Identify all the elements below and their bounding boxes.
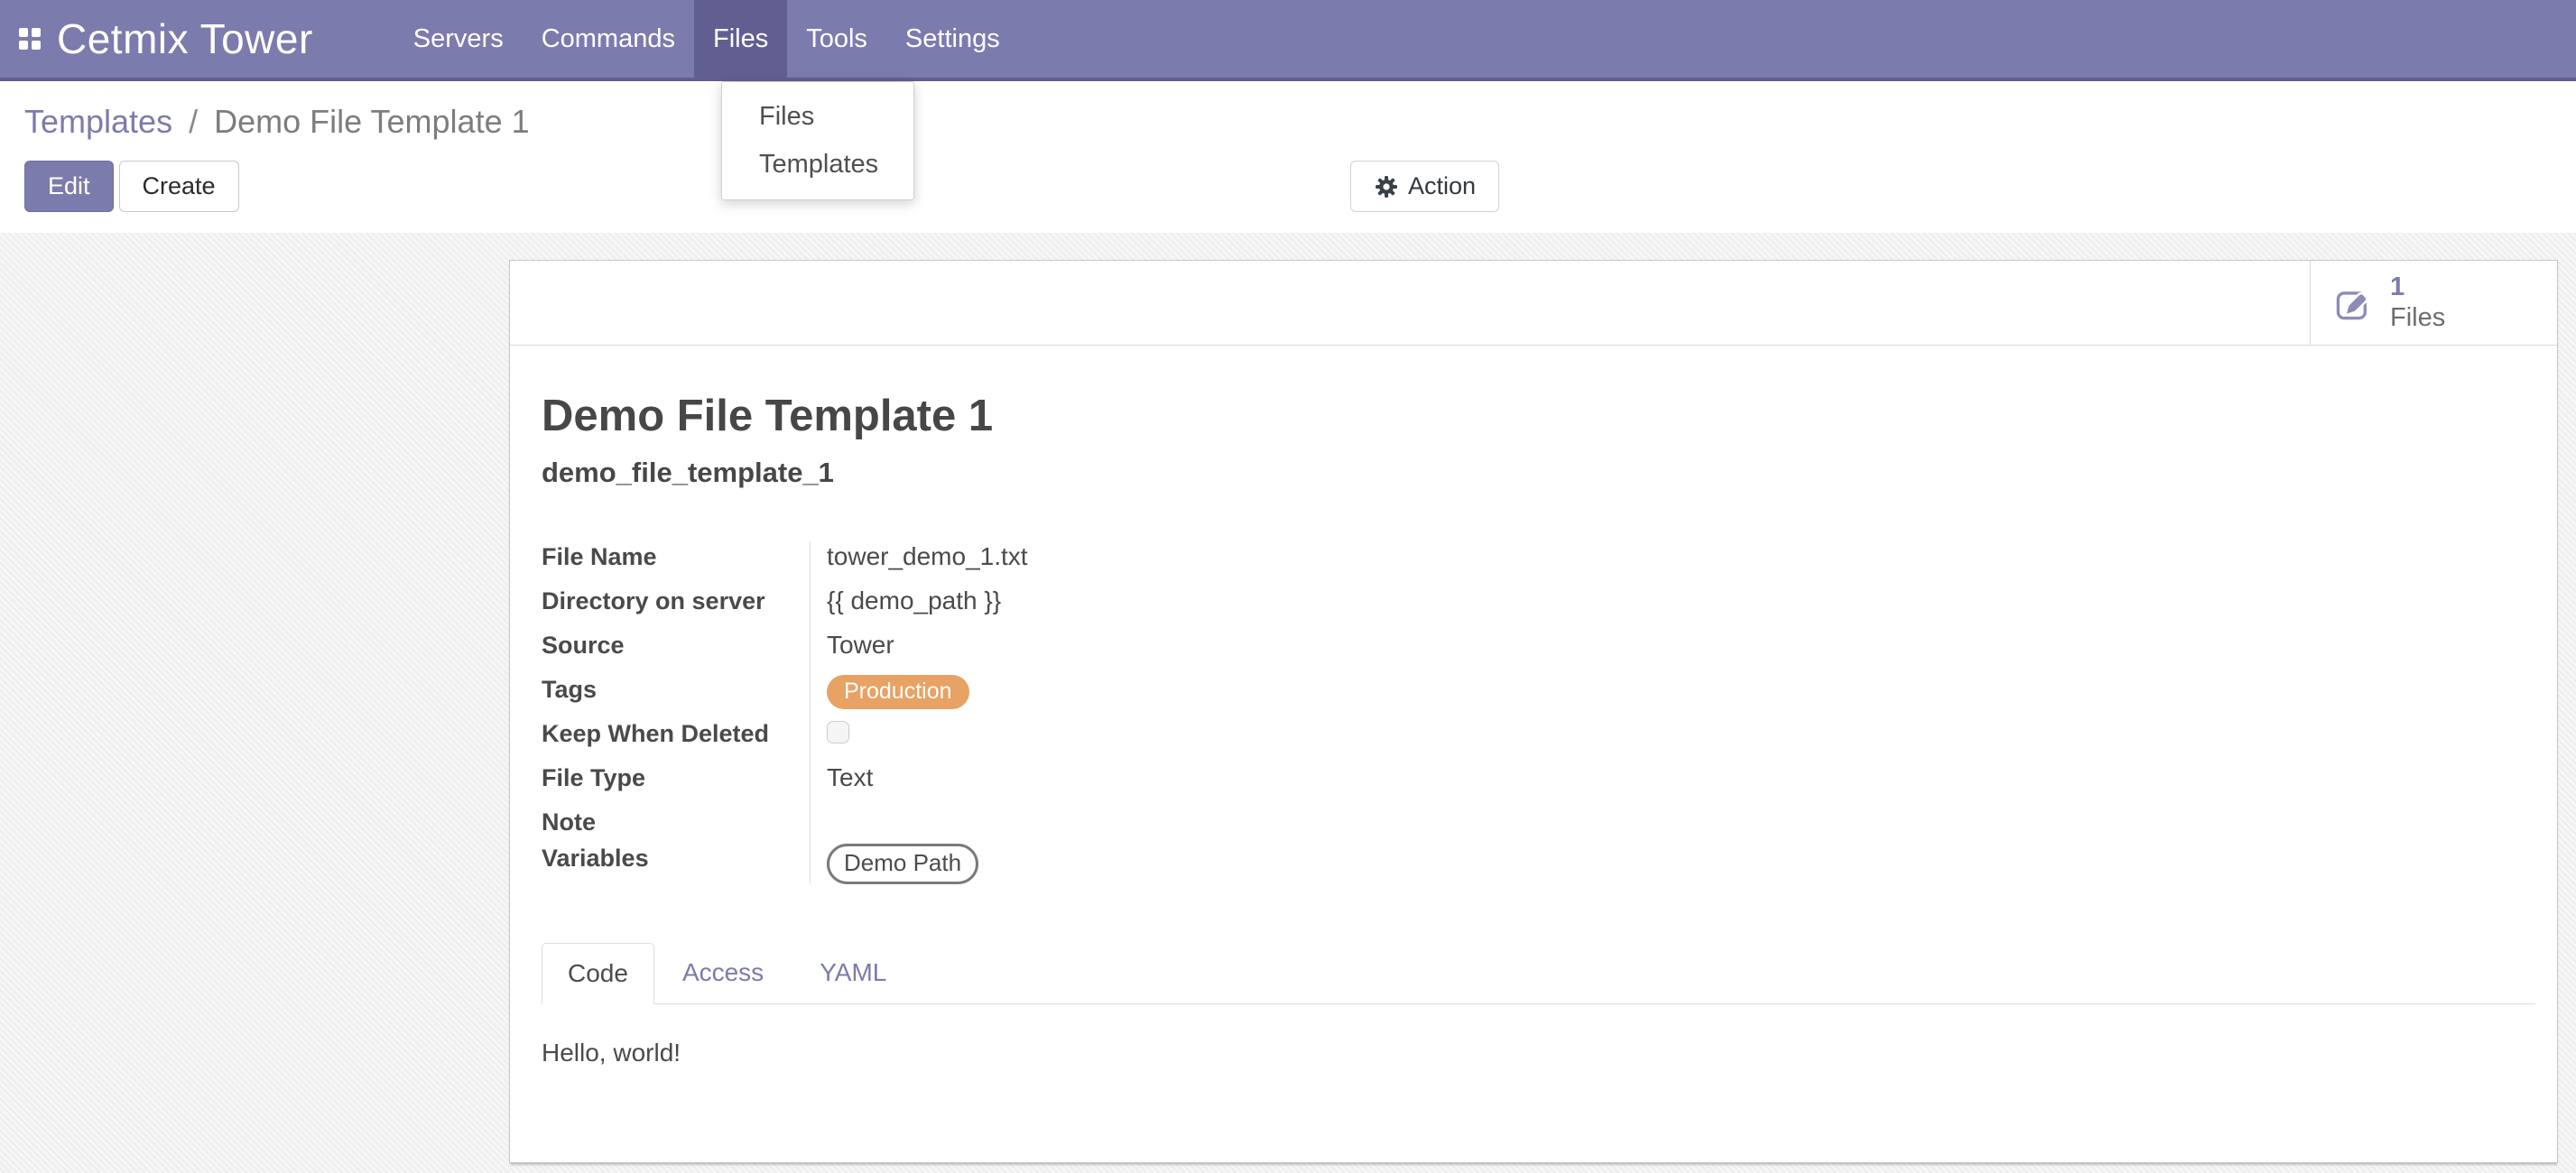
stat-label: Files [2390,303,2445,333]
dropdown-item-templates[interactable]: Templates [722,141,913,189]
edit-button[interactable]: Edit [24,161,114,212]
keep-when-deleted-checkbox[interactable] [827,721,849,744]
files-stat-button[interactable]: 1 Files [2310,261,2557,345]
edit-note-icon [2334,284,2372,322]
field-label: Tags [542,672,810,704]
dropdown-item-files[interactable]: Files [722,93,913,141]
breadcrumb-parent-link[interactable]: Templates [24,103,172,140]
action-button-label: Action [1408,172,1476,200]
field-label: Keep When Deleted [542,716,810,748]
variable-pill-demo-path: Demo Path [827,844,978,884]
field-row-directory: Directory on server {{ demo_path }} [542,584,2535,628]
field-label: Note [542,805,810,836]
nav-item-commands[interactable]: Commands [523,0,694,78]
sheet-body: Demo File Template 1 demo_file_template_… [510,346,2557,1067]
field-row-keep-when-deleted: Keep When Deleted [542,716,2535,761]
breadcrumb: Templates / Demo File Template 1 [24,103,2576,141]
tab-access[interactable]: Access [654,942,792,1003]
tab-yaml[interactable]: YAML [792,942,914,1003]
app-brand[interactable]: Cetmix Tower [57,0,331,78]
stat-button-band: 1 Files [510,261,2557,346]
action-button[interactable]: Action [1350,161,1499,212]
field-value [810,805,827,808]
nav-item-servers[interactable]: Servers [394,0,523,78]
form-view-background: 1 Files Demo File Template 1 demo_file_t… [0,233,2576,1173]
field-row-tags: Tags Production [542,672,2535,716]
tag-badge-production: Production [827,675,969,709]
stat-count: 1 [2390,272,2445,302]
field-row-variables: Variables Demo Path [542,841,2535,885]
gear-icon [1374,174,1399,199]
files-dropdown-menu: Files Templates [721,81,914,200]
apps-grid-icon [19,28,41,50]
field-label: Source [542,628,810,660]
create-button[interactable]: Create [119,161,239,212]
field-value: tower_demo_1.txt [810,540,1028,571]
field-row-file-name: File Name tower_demo_1.txt [542,540,2535,584]
field-row-file-type: File Type Text [542,761,2535,805]
nav-item-files[interactable]: Files [694,0,787,78]
field-group: File Name tower_demo_1.txt Directory on … [542,540,2535,885]
field-label: Directory on server [542,584,810,615]
control-panel: Templates / Demo File Template 1 Edit Cr… [0,81,2576,233]
breadcrumb-separator: / [181,103,205,140]
top-navbar: Cetmix Tower Servers Commands Files Tool… [0,0,2576,81]
apps-menu-button[interactable] [0,0,57,78]
main-menu: Servers Commands Files Tools Settings [394,0,1019,78]
breadcrumb-current: Demo File Template 1 [214,103,530,140]
field-label: File Type [542,761,810,792]
notebook-tabs: Code Access YAML [542,942,2535,1004]
record-sheet: 1 Files Demo File Template 1 demo_file_t… [509,260,2558,1163]
code-tab-content: Hello, world! [542,1039,2535,1067]
record-title: Demo File Template 1 [542,391,2535,441]
button-row: Edit Create Action [24,161,2576,212]
field-label: Variables [542,841,810,873]
tab-code[interactable]: Code [542,943,654,1004]
field-row-source: Source Tower [542,628,2535,672]
field-value: Tower [810,628,894,660]
field-value: {{ demo_path }} [810,584,1001,615]
nav-item-settings[interactable]: Settings [886,0,1019,78]
field-row-note: Note [542,805,2535,841]
field-value: Text [810,761,873,792]
nav-item-tools[interactable]: Tools [787,0,886,78]
field-label: File Name [542,540,810,571]
record-reference: demo_file_template_1 [542,457,2535,489]
